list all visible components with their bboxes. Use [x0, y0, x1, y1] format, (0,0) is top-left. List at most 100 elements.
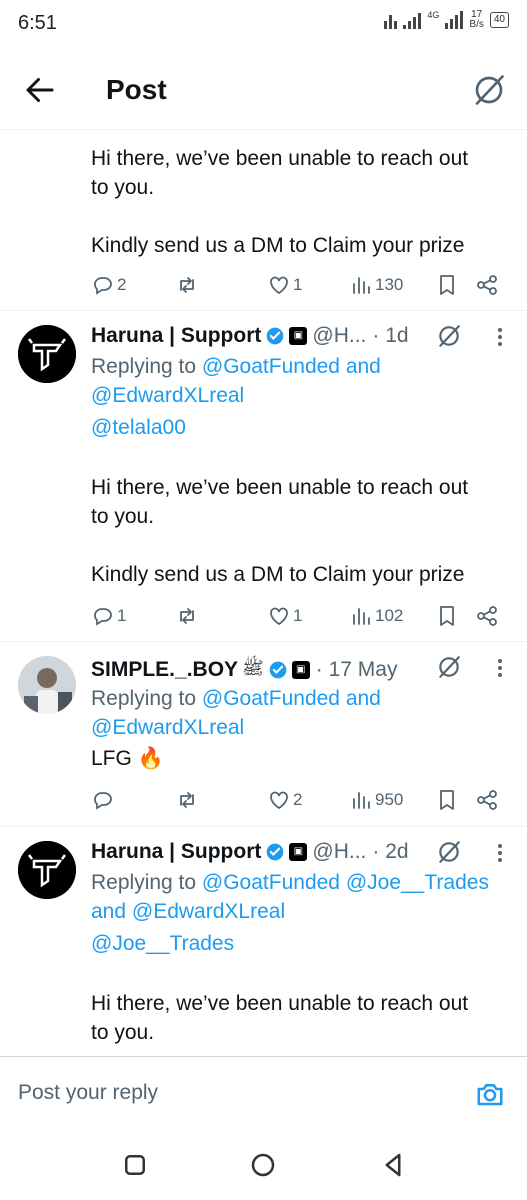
- author-handle[interactable]: @H...: [312, 840, 366, 864]
- heart-icon: [270, 791, 288, 810]
- status-icons: 4G 17 B/s 40: [384, 10, 509, 30]
- reply-button[interactable]: [91, 786, 117, 814]
- tweet-text-line: to you.: [91, 176, 155, 199]
- repost-button[interactable]: [175, 786, 199, 814]
- repost-icon: [180, 608, 194, 624]
- reply-context: Replying to @GoatFunded @Joe__Trades and…: [91, 868, 511, 958]
- view-count: 130: [375, 275, 404, 294]
- like-button[interactable]: 1: [267, 271, 302, 299]
- bookmark-button[interactable]: [435, 271, 459, 299]
- like-count: 1: [293, 606, 303, 625]
- share-button[interactable]: [475, 786, 499, 814]
- bookmark-icon: [440, 790, 454, 810]
- status-bar: 6:51 4G 17 B/s 40: [0, 0, 527, 48]
- reply-and[interactable]: and: [346, 687, 381, 710]
- tweet-text: Hi there, we’ve been unable to reach out…: [91, 989, 511, 1047]
- mention-link[interactable]: @EdwardXLreal: [132, 900, 285, 923]
- more-vertical-icon[interactable]: [497, 843, 503, 863]
- author-handle[interactable]: @H...: [312, 324, 366, 348]
- views-icon: [353, 608, 370, 625]
- page-title: Post: [106, 74, 167, 105]
- author-name[interactable]: Haruna | Support: [91, 840, 261, 864]
- grok-icon[interactable]: [436, 839, 462, 865]
- mention-link[interactable]: @EdwardXLreal: [91, 381, 511, 410]
- tweet-time[interactable]: · 1d: [372, 324, 408, 348]
- reply-and[interactable]: and: [346, 355, 381, 378]
- tweet[interactable]: SIMPLE._.BOY ﷺ ▣ · 17 May Replying to @G…: [0, 642, 527, 827]
- tweet-time[interactable]: · 17 May: [316, 658, 398, 682]
- tweet[interactable]: Haruna | Support ▣ @H... · 2d Replying t…: [0, 827, 527, 1056]
- tweet-text-line: Hi there, we’ve been unable to reach out: [91, 476, 469, 499]
- avatar[interactable]: [18, 656, 76, 714]
- verified-badge-icon: [269, 661, 287, 679]
- repost-button[interactable]: [175, 602, 199, 630]
- bookmark-button[interactable]: [435, 602, 459, 630]
- author-name[interactable]: SIMPLE._.BOY: [91, 658, 238, 682]
- mention-link[interactable]: @EdwardXLreal: [91, 713, 511, 742]
- reply-prefix: Replying to: [91, 355, 197, 378]
- back-icon[interactable]: [378, 1150, 408, 1180]
- like-count: 2: [293, 790, 303, 809]
- comment-icon: [94, 277, 112, 295]
- camera-icon[interactable]: [475, 1079, 505, 1109]
- avatar[interactable]: [18, 841, 76, 899]
- share-button[interactable]: [475, 271, 499, 299]
- goatfunded-logo-icon: [18, 325, 76, 383]
- reply-button[interactable]: 1: [91, 602, 126, 630]
- tweet-text-line: Hi there, we’ve been unable to reach out: [91, 992, 469, 1015]
- author-name[interactable]: Haruna | Support: [91, 324, 261, 348]
- views-button[interactable]: 130: [349, 271, 403, 299]
- more-vertical-icon[interactable]: [497, 658, 503, 678]
- top-app-bar: Post: [0, 50, 527, 130]
- reply-context: Replying to @GoatFunded and @EdwardXLrea…: [91, 684, 511, 773]
- bookmark-button[interactable]: [435, 786, 459, 814]
- mention-link[interactable]: @Joe__Trades: [91, 929, 511, 958]
- signal-icon-2: [445, 11, 464, 29]
- net-speed: 17 B/s: [469, 10, 483, 30]
- tweet-text-line: to you.: [91, 505, 155, 528]
- mention-link[interactable]: @GoatFunded: [202, 871, 340, 894]
- heart-icon: [270, 276, 288, 295]
- grok-icon[interactable]: [436, 323, 462, 349]
- net-speed-unit: B/s: [469, 19, 484, 30]
- reply-button[interactable]: 2: [91, 271, 126, 299]
- mention-link[interactable]: @GoatFunded: [202, 355, 340, 378]
- tweet-time[interactable]: · 2d: [372, 840, 408, 864]
- signal-icon: [403, 11, 422, 29]
- more-vertical-icon[interactable]: [497, 327, 503, 347]
- views-icon: [353, 277, 370, 294]
- vibrate-icon: [384, 11, 398, 29]
- view-count: 950: [375, 790, 404, 809]
- tweet-text-line: to you.: [91, 1021, 155, 1044]
- reply-input[interactable]: Post your reply: [18, 1081, 158, 1105]
- arrow-left-icon[interactable]: [22, 72, 58, 108]
- reply-prefix: Replying to: [91, 871, 197, 894]
- mention-link[interactable]: @telala00: [91, 413, 511, 442]
- verified-badge-icon: [267, 327, 284, 345]
- reply-count: 1: [117, 606, 127, 625]
- home-icon[interactable]: [248, 1150, 278, 1180]
- recents-icon[interactable]: [120, 1150, 150, 1180]
- repost-button[interactable]: [175, 271, 199, 299]
- reply-count: 2: [117, 275, 127, 294]
- mention-link[interactable]: @GoatFunded: [202, 687, 340, 710]
- tweet-actions: 2 1 130: [91, 271, 511, 299]
- like-button[interactable]: 2: [267, 786, 302, 814]
- reply-and[interactable]: and: [91, 900, 126, 923]
- tweet[interactable]: Haruna | Support ▣ @H... · 1d Replying t…: [0, 311, 527, 642]
- views-button[interactable]: 950: [349, 786, 403, 814]
- share-button[interactable]: [475, 602, 499, 630]
- tweet[interactable]: Hi there, we’ve been unable to reach out…: [0, 130, 527, 311]
- tweet-header: Haruna | Support ▣ @H... · 1d: [91, 321, 409, 351]
- views-button[interactable]: 102: [349, 602, 403, 630]
- tweet-text: LFG 🔥: [91, 747, 164, 770]
- reply-context: Replying to @GoatFunded and @EdwardXLrea…: [91, 352, 511, 442]
- grok-icon[interactable]: [436, 654, 462, 680]
- share-icon: [477, 790, 497, 810]
- avatar[interactable]: [18, 325, 76, 383]
- mention-link[interactable]: @Joe__Trades: [346, 871, 489, 894]
- tweet-text-line: Kindly send us a DM to Claim your prize: [91, 563, 465, 586]
- repost-icon: [180, 792, 194, 808]
- grok-icon[interactable]: [471, 72, 507, 108]
- like-button[interactable]: 1: [267, 602, 302, 630]
